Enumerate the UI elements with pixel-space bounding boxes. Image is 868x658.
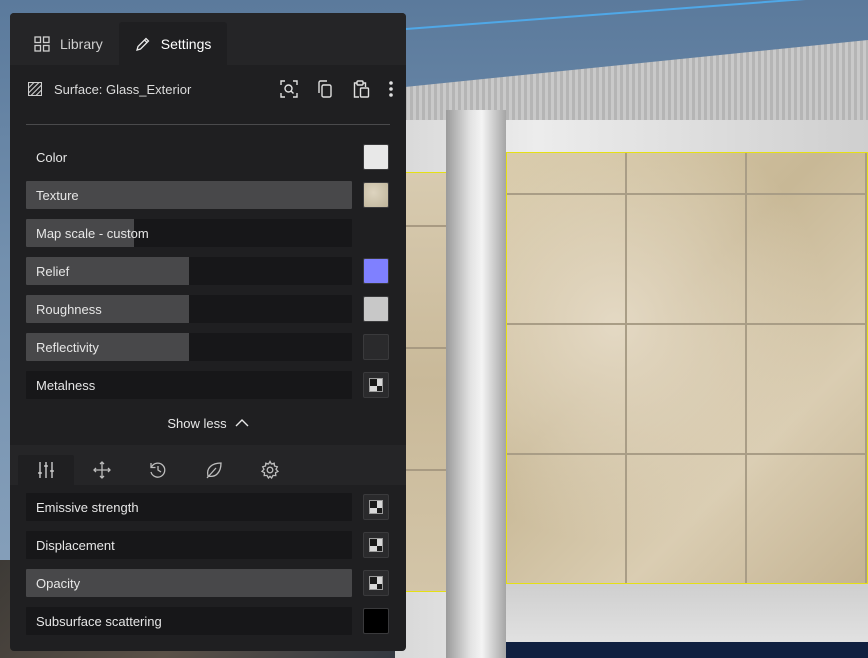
color-swatch[interactable]: [363, 144, 389, 170]
property-map-scale[interactable]: Map scale - custom: [26, 219, 352, 247]
reflectivity-swatch[interactable]: [363, 334, 389, 360]
checker-icon: [369, 500, 383, 514]
icon-tabs: [10, 445, 406, 485]
copy-button[interactable]: [312, 77, 338, 101]
leaf-icon: [206, 462, 222, 479]
grid-icon: [34, 35, 50, 52]
glass-strip: [506, 642, 868, 658]
focus-icon: [280, 80, 298, 98]
concrete-pillar: [446, 110, 506, 658]
paste-icon: [353, 80, 370, 98]
property-label: Metalness: [36, 378, 96, 393]
property-label: Opacity: [36, 576, 81, 591]
stone-panel-selected[interactable]: [506, 152, 868, 584]
more-vertical-icon: [389, 81, 393, 97]
tab-transform[interactable]: [74, 455, 130, 485]
tab-library[interactable]: Library: [18, 22, 119, 65]
pencil-icon: [135, 37, 150, 51]
displacement-swatch[interactable]: [363, 532, 389, 558]
tab-library-label: Library: [60, 35, 103, 52]
tab-preferences[interactable]: [242, 455, 298, 485]
building-cornice: [395, 40, 868, 120]
emissive-swatch[interactable]: [363, 494, 389, 520]
hatch-icon: [28, 82, 42, 96]
property-metalness[interactable]: Metalness: [26, 371, 352, 399]
show-less-label: Show less: [167, 415, 227, 431]
panel-tabs: Library Settings: [10, 13, 406, 65]
property-label: Displacement: [36, 538, 115, 553]
tab-settings[interactable]: Settings: [118, 22, 228, 65]
property-texture[interactable]: Texture: [26, 181, 352, 209]
property-subsurface-scattering[interactable]: Subsurface scattering: [26, 607, 352, 635]
texture-swatch[interactable]: [363, 182, 389, 208]
property-emissive-strength[interactable]: Emissive strength: [26, 493, 352, 521]
property-label: Subsurface scattering: [36, 614, 162, 629]
property-opacity[interactable]: Opacity: [26, 569, 352, 597]
more-button[interactable]: [384, 77, 398, 101]
chevron-up-icon: [235, 419, 249, 427]
property-reflectivity[interactable]: Reflectivity: [26, 333, 352, 361]
property-displacement[interactable]: Displacement: [26, 531, 352, 559]
divider: [26, 124, 390, 125]
relief-swatch[interactable]: [363, 258, 389, 284]
move-icon: [93, 461, 111, 479]
surface-actions: [276, 77, 398, 101]
checker-icon: [369, 538, 383, 552]
sliders-icon: [38, 462, 54, 478]
property-label: Emissive strength: [36, 500, 139, 515]
property-roughness[interactable]: Roughness: [26, 295, 352, 323]
property-label: Relief: [36, 264, 70, 279]
history-icon: [150, 462, 166, 478]
property-label: Roughness: [36, 302, 102, 317]
surface-header: Surface: Glass_Exterior: [10, 65, 406, 117]
tab-material-settings[interactable]: [18, 455, 74, 485]
tab-environment[interactable]: [186, 455, 242, 485]
selection-outline: [380, 0, 868, 32]
focus-button[interactable]: [276, 77, 302, 101]
property-color[interactable]: Color: [26, 143, 352, 171]
property-label: Texture: [36, 188, 79, 203]
subsurface-swatch[interactable]: [363, 608, 389, 634]
property-label: Reflectivity: [36, 340, 99, 355]
opacity-swatch[interactable]: [363, 570, 389, 596]
tab-settings-label: Settings: [160, 35, 212, 52]
metalness-swatch[interactable]: [363, 372, 389, 398]
property-label: Map scale - custom: [36, 226, 149, 241]
gear-icon: [260, 460, 280, 480]
show-less-button[interactable]: Show less: [10, 411, 406, 435]
settings-panel: Library Settings Surface: Glass_Exterior: [10, 13, 406, 651]
tab-history[interactable]: [130, 455, 186, 485]
property-relief[interactable]: Relief: [26, 257, 352, 285]
copy-icon: [318, 80, 332, 98]
paste-button[interactable]: [348, 77, 374, 101]
checker-icon: [369, 378, 383, 392]
roughness-swatch[interactable]: [363, 296, 389, 322]
checker-icon: [369, 576, 383, 590]
surface-title: Surface: Glass_Exterior: [54, 82, 192, 97]
stone-panel-left[interactable]: [405, 172, 448, 592]
property-label: Color: [36, 150, 68, 165]
